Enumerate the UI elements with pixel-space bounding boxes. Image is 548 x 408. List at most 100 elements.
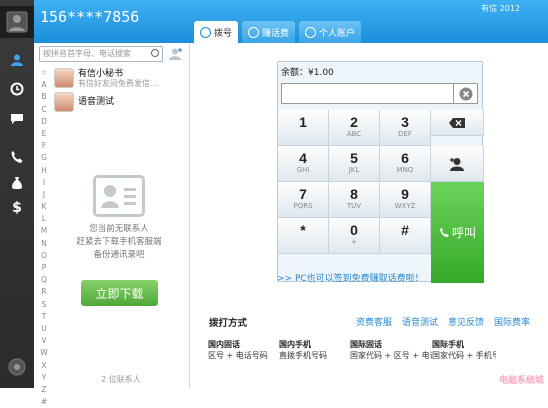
key-4[interactable]: 4 GHI [278, 146, 329, 182]
backspace-button[interactable] [431, 110, 484, 136]
phone-icon [440, 227, 449, 238]
key-digit: 9 [401, 186, 409, 202]
alphabet-letter[interactable]: N [38, 238, 50, 250]
link-voice-test[interactable]: 语音测试 [402, 315, 438, 328]
key-digit: 4 [299, 150, 307, 166]
key-digit: 0 [350, 222, 358, 238]
key-letters: DEF [398, 130, 412, 138]
alphabet-letter[interactable]: O [38, 250, 50, 262]
search-icon[interactable] [151, 49, 159, 57]
alphabet-letter[interactable]: V [38, 335, 50, 347]
tab-account-label: 个人账户 [319, 28, 356, 39]
key-letters: GHI [296, 166, 310, 174]
dial-methods-title: 拨打方式 [209, 318, 248, 329]
moneybag-icon [12, 177, 22, 189]
call-button[interactable]: 呼叫 [431, 182, 484, 283]
alphabet-letter[interactable]: A [38, 79, 50, 91]
alphabet-letter[interactable]: T [38, 311, 50, 323]
key-5[interactable]: 5 JKL [329, 146, 380, 182]
method-domestic-landline: 国内固话 区号 + 电话号码 [208, 339, 279, 361]
side-rail: $ [0, 0, 34, 388]
key-digit: 5 [350, 150, 358, 166]
key-6[interactable]: 6 MNO [380, 146, 431, 182]
balance-text: 余额：¥1.00 [281, 68, 334, 78]
link-feedback[interactable]: 意见反馈 [448, 315, 484, 328]
add-contact-icon[interactable] [169, 47, 183, 61]
alphabet-letter[interactable]: E [38, 128, 50, 140]
alphabet-letter[interactable]: L [38, 213, 50, 225]
key-digit: 8 [350, 186, 358, 202]
call-nav-button[interactable] [0, 144, 34, 170]
tab-earn-credit[interactable]: 赚话费 [242, 21, 296, 43]
key-3[interactable]: 3 DEF [380, 110, 431, 146]
key-8[interactable]: 8 TUV [329, 182, 380, 218]
call-label: 呼叫 [451, 226, 476, 240]
key-9[interactable]: 9 WXYZ [380, 182, 431, 218]
phone-number-input[interactable] [281, 83, 454, 104]
download-button[interactable]: 立即下载 [81, 280, 158, 306]
help-links: 资费客服 语音测试 意见反馈 国际费率 [356, 315, 530, 328]
alphabet-letter[interactable]: Q [38, 274, 50, 286]
contacts-panel: 按拼音首字母、电话搜索 ☆ A B C D E F G H I J K L M N O P Q R S T U V W X Y Z #… [34, 43, 190, 406]
history-nav-button[interactable] [0, 76, 34, 102]
alphabet-letter[interactable]: H [38, 165, 50, 177]
alphabet-letter[interactable]: K [38, 201, 50, 213]
key-digit: * [300, 222, 306, 238]
alphabet-letter[interactable]: P [38, 262, 50, 274]
alphabet-letter[interactable]: X [38, 360, 50, 372]
alphabet-letter[interactable]: # [38, 396, 50, 408]
tab-dial[interactable]: 拨号 [194, 21, 239, 43]
alphabet-index: ☆ A B C D E F G H I J K L M N O P Q R S T U V W X Y Z # [38, 67, 50, 408]
user-avatar-button[interactable] [0, 6, 34, 38]
link-billing-support[interactable]: 资费客服 [356, 315, 392, 328]
key-0[interactable]: 0 + [329, 218, 380, 254]
key-hash[interactable]: # [380, 218, 431, 254]
alphabet-letter[interactable]: C [38, 104, 50, 116]
settings-button[interactable] [0, 352, 34, 382]
alphabet-letter[interactable]: D [38, 116, 50, 128]
call-icon [11, 151, 23, 163]
main-tabs: 拨号 赚话费 个人账户 [194, 21, 362, 43]
key-digit: 6 [401, 150, 409, 166]
key-1[interactable]: 1 [278, 110, 329, 146]
add-contact-key[interactable] [431, 146, 484, 182]
tab-dial-label: 拨号 [214, 28, 233, 39]
alphabet-letter[interactable]: Y [38, 372, 50, 384]
account-nav-button[interactable]: $ [0, 195, 34, 221]
key-letters: PQRS [293, 202, 313, 210]
alphabet-letter[interactable]: G [38, 152, 50, 164]
key-star[interactable]: * [278, 218, 329, 254]
alphabet-letter[interactable]: ☆ [38, 67, 50, 79]
alphabet-letter[interactable]: R [38, 286, 50, 298]
alphabet-letter[interactable]: F [38, 140, 50, 152]
alphabet-letter[interactable]: U [38, 323, 50, 335]
method-domestic-mobile: 国内手机 直拨手机号码 [279, 339, 350, 361]
alphabet-letter[interactable]: Z [38, 384, 50, 396]
key-digit: 3 [401, 114, 409, 130]
alphabet-letter[interactable]: J [38, 189, 50, 201]
alphabet-letter[interactable]: I [38, 177, 50, 189]
checkin-promo-link[interactable]: >> PC也可以签到免费赚取话费啦！ [277, 271, 424, 284]
key-2[interactable]: 2 ABC [329, 110, 380, 146]
link-intl-rates[interactable]: 国际费率 [494, 315, 530, 328]
key-letters: WXYZ [394, 202, 416, 210]
messages-nav-button[interactable] [0, 105, 34, 131]
contacts-nav-button[interactable] [0, 47, 34, 73]
tab-account[interactable]: 个人账户 [299, 21, 362, 43]
alphabet-letter[interactable]: B [38, 91, 50, 103]
alphabet-letter[interactable]: S [38, 299, 50, 311]
search-input[interactable]: 按拼音首字母、电话搜索 [39, 46, 163, 62]
key-letters: + [351, 238, 357, 246]
key-7[interactable]: 7 PQRS [278, 182, 329, 218]
user-avatar-icon [6, 11, 28, 33]
earn-nav-button[interactable] [0, 170, 34, 196]
contact-item[interactable]: 语音测试 [54, 90, 188, 114]
alphabet-letter[interactable]: M [38, 225, 50, 237]
account-phone-number: 156****7856 [40, 8, 140, 26]
dialpad: 余额：¥1.00 1 2 ABC 3 DEF 4 GHI 5 JKL 6 MNO 7 PQRS 8 TUV 9… [277, 61, 484, 283]
clear-input-button[interactable] [454, 83, 478, 104]
method-intl-landline: 国际固话 国家代码 + 区号 + 电话号码 [350, 339, 432, 361]
contact-item[interactable]: 有信小秘书 有信好友间免费发信... [54, 66, 188, 90]
title-bar: 156****7856 有信 2012 拨号 赚话费 个人账户 [34, 0, 548, 43]
alphabet-letter[interactable]: W [38, 347, 50, 359]
